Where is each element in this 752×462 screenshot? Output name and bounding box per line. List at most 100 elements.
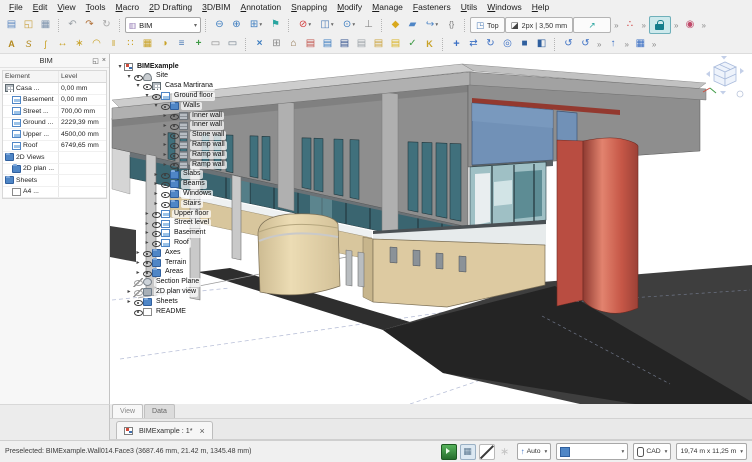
visibility-eye-icon[interactable] (169, 121, 179, 130)
schedule[interactable]: ⊞ (268, 36, 285, 52)
transform-move[interactable]: + (448, 36, 465, 52)
menu-file[interactable]: File (4, 0, 28, 15)
visibility-eye-icon[interactable] (169, 141, 179, 150)
tree-item-stone-wall[interactable]: ▸Stone wall (161, 131, 286, 141)
visibility-eye-icon[interactable] (160, 180, 170, 189)
draft-arc[interactable]: ◠ (88, 36, 105, 52)
expand-arrow-icon[interactable]: ▸ (143, 230, 151, 236)
annotation-styles[interactable]: S (20, 36, 37, 52)
tree-item-2d-plan-view[interactable]: ▸2D plan view (125, 287, 286, 297)
cut-plane[interactable]: × (251, 36, 268, 52)
doc-red[interactable]: ▤ (302, 36, 319, 52)
open-document[interactable]: ◱ (20, 17, 37, 33)
overflow-chevron[interactable]: » (701, 21, 705, 30)
flag[interactable]: ⚑ (267, 17, 284, 33)
expand-arrow-icon[interactable]: ▸ (134, 270, 142, 276)
expand-arrow-icon[interactable]: ▸ (161, 162, 169, 168)
tree-item-axes[interactable]: ▸Axes (134, 248, 286, 258)
arch-panel[interactable]: + (190, 36, 207, 52)
visibility-eye-icon[interactable] (160, 170, 170, 179)
tree-item-slabs[interactable]: ▸Slabs (152, 170, 286, 180)
expand-arrow-icon[interactable]: ▾ (134, 83, 142, 89)
tree-item-site[interactable]: ▾Site (125, 72, 286, 82)
visibility-eye-icon[interactable] (142, 249, 152, 258)
ifc-explorer[interactable]: ⌂ (285, 36, 302, 52)
doc-check[interactable]: ✓ (404, 36, 421, 52)
expand-arrow-icon[interactable]: ▸ (161, 152, 169, 158)
zoom-out[interactable]: ⊖ (211, 17, 228, 33)
menu-2d-drafting[interactable]: 2D Drafting (144, 0, 197, 15)
doc-grey[interactable]: ▤ (353, 36, 370, 52)
overflow-chevron[interactable]: » (597, 40, 601, 49)
column-element[interactable]: Element (3, 71, 59, 82)
menu-tools[interactable]: Tools (81, 0, 111, 15)
table-row[interactable]: Basement0,00 mm (3, 95, 106, 107)
fit-all[interactable]: ⊞▾ (245, 17, 267, 33)
new-document[interactable]: ▤ (3, 17, 20, 33)
snap-toggle-icon[interactable]: ∗ (498, 445, 512, 459)
style-selector[interactable]: ▾ (556, 443, 628, 460)
overflow-chevron[interactable]: » (652, 40, 656, 49)
refresh[interactable]: ↻ (98, 17, 115, 33)
tree-item-casa-martirana[interactable]: ▾Casa Martirana (134, 82, 286, 92)
expand-arrow-icon[interactable]: ▸ (125, 289, 133, 295)
tree-item-ground-floor[interactable]: ▾Ground floor (143, 91, 286, 101)
visibility-eye-icon[interactable] (169, 160, 179, 169)
column-level[interactable]: Level (59, 73, 106, 80)
draft-polar-array[interactable]: ◑ (156, 36, 173, 52)
visibility-eye-icon[interactable] (160, 200, 170, 209)
menu-snapping[interactable]: Snapping (286, 0, 332, 15)
bim-box[interactable]: ◆ (387, 17, 404, 33)
menu-modify[interactable]: Modify (332, 0, 367, 15)
units-selector[interactable]: ↑ Auto ▾ (517, 443, 552, 460)
visibility-eye-icon[interactable] (133, 298, 143, 307)
annotation-text[interactable]: A (3, 36, 20, 52)
visibility-eye-icon[interactable] (151, 219, 161, 228)
draft-point-array[interactable]: ∷ (122, 36, 139, 52)
expand-arrow-icon[interactable]: ▸ (161, 142, 169, 148)
visibility-eye-icon[interactable] (142, 268, 152, 277)
arch-fence[interactable]: ▭ (224, 36, 241, 52)
visibility-eye-icon[interactable] (151, 239, 161, 248)
table-row[interactable]: Casa ...0,00 mm (3, 83, 106, 95)
view-top-button[interactable]: ◳Top (470, 17, 505, 33)
tree-item-windows[interactable]: ▸Windows (152, 189, 286, 199)
table-row[interactable]: Sheets (3, 175, 106, 187)
tree-item-roof[interactable]: ▸Roof (143, 238, 286, 248)
rotate-left[interactable]: ↺ (560, 36, 577, 52)
draft-dimension[interactable]: ↔ (54, 36, 71, 52)
3d-viewport[interactable]: ▾BIMExample▾Site▾Casa Martirana▾Ground f… (110, 54, 752, 404)
overflow-chevron[interactable]: » (642, 21, 646, 30)
draft-shapestring[interactable]: ∗ (71, 36, 88, 52)
transform-rotate[interactable]: ↻ (482, 36, 499, 52)
crosshair-toggle-icon[interactable] (479, 444, 495, 460)
spreadsheet[interactable]: ▤ (387, 36, 404, 52)
navigation-cube[interactable] (703, 56, 744, 97)
expand-arrow-icon[interactable]: ▾ (152, 103, 160, 109)
visibility-eye-icon[interactable] (133, 307, 143, 316)
structure-up[interactable]: ↑ (604, 36, 621, 52)
tab-view[interactable]: View (112, 404, 143, 418)
doc-blue[interactable]: ▤ (319, 36, 336, 52)
visibility-off-icon[interactable] (133, 278, 143, 287)
macro-tool[interactable]: K (421, 36, 438, 52)
tree-item-beams[interactable]: ▸Beams (152, 180, 286, 190)
menu-manage[interactable]: Manage (367, 0, 408, 15)
lock-toggle[interactable] (649, 16, 671, 34)
overflow-chevron[interactable]: » (614, 21, 618, 30)
visibility-eye-icon[interactable] (169, 131, 179, 140)
table-row[interactable]: Ground ...2229,39 mm (3, 118, 106, 130)
visibility-eye-icon[interactable] (142, 82, 152, 91)
measure-tool[interactable]: ⊥ (360, 17, 377, 33)
visibility-eye-icon[interactable] (151, 92, 161, 101)
expand-arrow-icon[interactable]: ▸ (161, 123, 169, 129)
expand-arrow-icon[interactable]: ▸ (143, 211, 151, 217)
doc-gold[interactable]: ▤ (370, 36, 387, 52)
tree-item-upper-floor[interactable]: ▸Upper floor (143, 209, 286, 219)
expand-arrow-icon[interactable]: ▾ (143, 93, 151, 99)
overflow-chevron[interactable]: » (674, 21, 678, 30)
close-tab-icon[interactable]: × (200, 426, 205, 436)
zoom-selection[interactable]: ⊙▾ (338, 17, 360, 33)
menu-help[interactable]: Help (527, 0, 554, 15)
undo[interactable]: ↶ (64, 17, 81, 33)
